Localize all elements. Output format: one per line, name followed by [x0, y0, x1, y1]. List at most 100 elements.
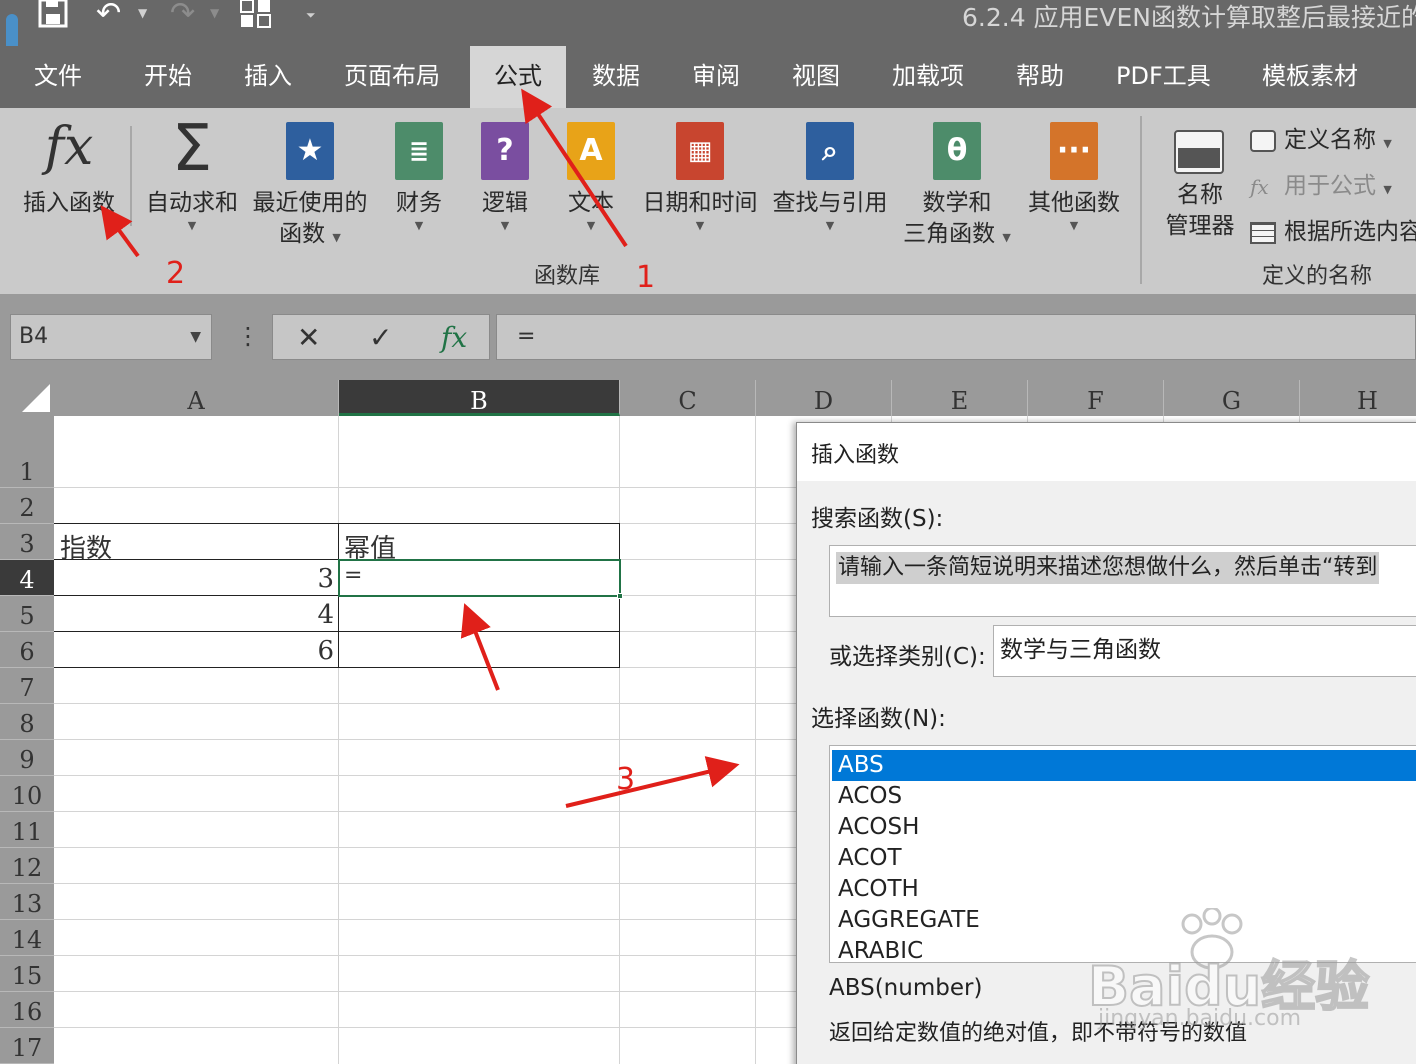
function-item-acot[interactable]: ACOT: [832, 843, 1416, 874]
math-trig-button[interactable]: θ 数学和 三角函数 ▼: [896, 114, 1018, 253]
column-header-c[interactable]: C: [620, 380, 756, 416]
tab-formulas[interactable]: 公式: [470, 46, 566, 108]
cell-a5[interactable]: 4: [54, 600, 334, 630]
chevron-down-icon: ▼: [187, 219, 197, 232]
text-book-icon: A: [567, 122, 615, 180]
undo-dropdown-icon[interactable]: ▼: [138, 6, 147, 20]
name-manager-button[interactable]: 名称 管理器: [1156, 122, 1244, 242]
cell-a3[interactable]: 指数: [60, 528, 112, 565]
row-header[interactable]: 5: [0, 596, 54, 632]
grid-selection-icon: [1250, 221, 1276, 244]
tab-help[interactable]: 帮助: [1016, 46, 1064, 108]
create-from-selection-label: 根据所选内容: [1284, 219, 1416, 245]
lookup-reference-button[interactable]: ⌕ 查找与引用 ▼: [766, 114, 894, 232]
row-header[interactable]: 12: [0, 848, 54, 884]
active-cell-b4[interactable]: =: [338, 559, 623, 599]
row-header[interactable]: 17: [0, 1028, 54, 1064]
select-function-label: 选择函数(N):: [811, 706, 946, 732]
text-button[interactable]: A 文本 ▼: [552, 114, 630, 232]
function-list[interactable]: ABS ACOS ACOSH ACOT ACOTH AGGREGATE ARAB…: [829, 745, 1416, 963]
financial-label: 财务: [396, 190, 442, 216]
logical-button[interactable]: ? 逻辑 ▼: [466, 114, 544, 232]
cell-a4[interactable]: 3: [54, 564, 334, 594]
row-header[interactable]: 1: [0, 416, 54, 488]
financial-button[interactable]: ≣ 财务 ▼: [380, 114, 458, 232]
define-name-button[interactable]: 定义名称 ▼: [1250, 120, 1392, 154]
undo-icon[interactable]: ↶: [96, 0, 121, 29]
insert-function-label: 插入函数: [23, 190, 115, 216]
more-options-icon[interactable]: ⋮: [236, 322, 260, 350]
formula-input[interactable]: =: [496, 314, 1416, 360]
create-from-selection-button[interactable]: 根据所选内容: [1250, 212, 1416, 246]
fill-handle[interactable]: [617, 593, 623, 599]
row-header[interactable]: 15: [0, 956, 54, 992]
function-item-acosh[interactable]: ACOSH: [832, 812, 1416, 843]
chevron-down-icon: ▼: [332, 231, 341, 244]
row-header[interactable]: 7: [0, 668, 54, 704]
column-header-g[interactable]: G: [1164, 380, 1300, 416]
tab-home[interactable]: 开始: [144, 46, 192, 108]
category-select[interactable]: 数学与三角函数: [993, 625, 1416, 677]
table-border: [54, 631, 620, 632]
select-all-corner[interactable]: [0, 380, 54, 416]
column-header-d[interactable]: D: [756, 380, 892, 416]
row-header[interactable]: 6: [0, 632, 54, 668]
save-icon[interactable]: [38, 0, 68, 33]
function-item-acos[interactable]: ACOS: [832, 781, 1416, 812]
more-functions-button[interactable]: ··· 其他函数 ▼: [1022, 114, 1126, 232]
insert-function-button[interactable]: fx 插入函数: [14, 114, 124, 219]
row-header[interactable]: 8: [0, 704, 54, 740]
use-in-formula-button[interactable]: fx 用于公式 ▼: [1250, 166, 1392, 200]
chevron-down-icon[interactable]: ▼: [190, 315, 201, 359]
row-header[interactable]: 2: [0, 488, 54, 524]
tab-insert[interactable]: 插入: [244, 46, 292, 108]
tab-data[interactable]: 数据: [592, 46, 640, 108]
redo-dropdown-icon[interactable]: ▼: [210, 6, 219, 20]
tab-page-layout[interactable]: 页面布局: [344, 46, 440, 108]
column-header-e[interactable]: E: [892, 380, 1028, 416]
column-header-b[interactable]: B: [339, 380, 620, 416]
cell-a6[interactable]: 6: [54, 636, 334, 666]
column-header-h[interactable]: H: [1300, 380, 1416, 416]
tab-pdf-tools[interactable]: PDF工具: [1116, 46, 1211, 108]
chevron-down-icon: ▼: [695, 219, 705, 232]
tab-file[interactable]: 文件: [34, 46, 82, 108]
function-item-abs[interactable]: ABS: [832, 750, 1416, 781]
row-header[interactable]: 16: [0, 992, 54, 1028]
cancel-icon[interactable]: ✕: [297, 321, 320, 354]
function-item-aggregate[interactable]: AGGREGATE: [832, 905, 1416, 936]
enter-check-icon[interactable]: ✓: [369, 321, 392, 354]
name-box[interactable]: B4 ▼: [10, 314, 212, 360]
row-header[interactable]: 11: [0, 812, 54, 848]
row-header[interactable]: 3: [0, 524, 54, 560]
chevron-down-icon: ▼: [586, 219, 596, 232]
row-header[interactable]: 10: [0, 776, 54, 812]
insert-function-fx-icon[interactable]: fx: [441, 321, 467, 354]
tab-review[interactable]: 审阅: [692, 46, 740, 108]
use-in-formula-label: 用于公式: [1284, 173, 1376, 199]
tab-template-assets[interactable]: 模板素材: [1262, 46, 1358, 108]
row-header[interactable]: 9: [0, 740, 54, 776]
column-header-a[interactable]: A: [54, 380, 339, 416]
recently-used-button[interactable]: ★ 最近使用的 函数 ▼: [246, 114, 374, 253]
tab-addins[interactable]: 加载项: [892, 46, 964, 108]
search-function-input[interactable]: 请输入一条简短说明来描述您想做什么，然后单击“转到: [829, 545, 1416, 617]
tab-view[interactable]: 视图: [792, 46, 840, 108]
autosum-button[interactable]: Σ 自动求和 ▼: [140, 114, 244, 232]
column-header-f[interactable]: F: [1028, 380, 1164, 416]
annotation-number-2: 2: [166, 256, 186, 291]
fx-icon: fx: [44, 117, 94, 177]
row-header[interactable]: 14: [0, 920, 54, 956]
row-header[interactable]: 13: [0, 884, 54, 920]
redo-icon[interactable]: ↷: [170, 0, 195, 29]
dialog-title-bar[interactable]: 插入函数: [797, 423, 1416, 481]
autosum-label: 自动求和: [146, 190, 238, 216]
row-header[interactable]: 4: [0, 560, 54, 596]
layout-icon[interactable]: [240, 0, 272, 33]
function-item-acoth[interactable]: ACOTH: [832, 874, 1416, 905]
date-time-button[interactable]: ▦ 日期和时间 ▼: [638, 114, 762, 232]
chevron-down-icon: ▼: [500, 219, 510, 232]
group-label-function-library: 函数库: [534, 264, 601, 289]
separator: [1140, 116, 1142, 284]
customize-quick-access-icon[interactable]: ⏷: [306, 8, 316, 23]
